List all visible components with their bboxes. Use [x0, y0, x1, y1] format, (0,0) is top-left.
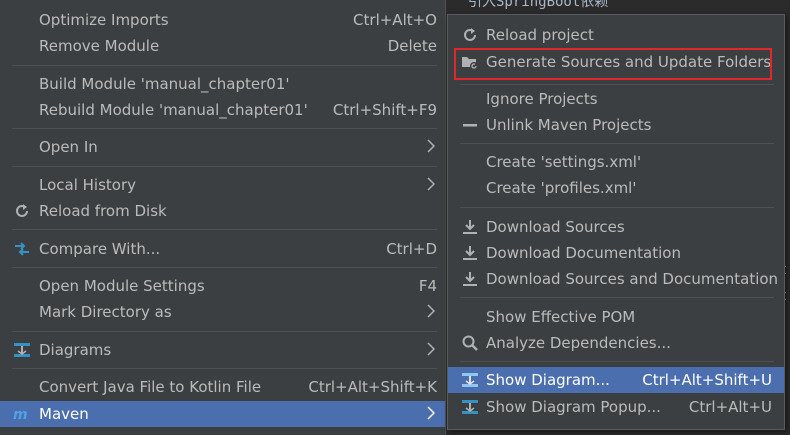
menu-item-label: Rebuild Module 'manual_chapter01'	[39, 101, 308, 119]
minus-icon	[461, 116, 479, 134]
submenu-item-analyze-dependencies[interactable]: Analyze Dependencies...	[448, 330, 784, 356]
menu-item-shortcut: Ctrl+Alt+Shift+U	[642, 371, 772, 389]
menu-item-shortcut: Ctrl+Alt+U	[688, 398, 772, 416]
menu-item-label: Diagrams	[39, 341, 112, 359]
menu-separator	[12, 368, 437, 369]
menu-item-label: Maven	[39, 405, 89, 423]
submenu-item-show-diagram[interactable]: Show Diagram... Ctrl+Alt+Shift+U	[448, 367, 784, 393]
menu-item-label: Open In	[39, 138, 98, 156]
annotation-highlight-box	[454, 48, 772, 80]
download-icon	[461, 218, 479, 236]
reload-icon	[461, 26, 479, 44]
chevron-right-icon	[427, 177, 435, 191]
menu-item-label: Unlink Maven Projects	[486, 116, 652, 134]
chevron-right-icon	[427, 139, 435, 153]
chevron-right-icon	[427, 304, 435, 318]
menu-item-shortcut: Ctrl+Alt+O	[353, 11, 437, 29]
diagram-icon	[461, 371, 479, 389]
menu-item-build-module[interactable]: Build Module 'manual_chapter01'	[0, 71, 445, 97]
menu-item-label: Show Diagram...	[486, 371, 610, 389]
menu-item-label: Show Effective POM	[486, 308, 636, 326]
menu-item-label: Open Module Settings	[39, 277, 205, 295]
menu-item-mark-directory-as[interactable]: Mark Directory as	[0, 299, 445, 325]
menu-item-reload-from-disk[interactable]: Reload from Disk	[0, 198, 445, 224]
menu-item-label: Reload from Disk	[39, 202, 167, 220]
menu-separator	[460, 297, 774, 298]
menu-item-label: Build Module 'manual_chapter01'	[39, 75, 290, 93]
menu-item-local-history[interactable]: Local History	[0, 172, 445, 198]
submenu-item-reload-project[interactable]: Reload project	[448, 22, 784, 48]
menu-separator	[460, 143, 774, 144]
menu-item-label: Download Documentation	[486, 244, 681, 262]
menu-item-label: Reload project	[486, 26, 594, 44]
menu-item-optimize-imports[interactable]: Optimize Imports Ctrl+Alt+O	[0, 7, 445, 33]
submenu-item-download-sources[interactable]: Download Sources	[448, 214, 784, 240]
menu-item-label: Create 'settings.xml'	[486, 153, 642, 171]
menu-item-label: Mark Directory as	[39, 303, 172, 321]
submenu-item-unlink-maven-projects[interactable]: Unlink Maven Projects	[448, 112, 784, 138]
diagram-icon	[461, 398, 479, 416]
menu-separator	[12, 65, 437, 66]
menu-item-label: Optimize Imports	[39, 11, 169, 29]
menu-item-shortcut: Delete	[387, 37, 437, 55]
menu-item-diagrams[interactable]: Diagrams	[0, 337, 445, 363]
menu-separator	[460, 361, 774, 362]
download-icon	[461, 244, 479, 262]
menu-item-convert-java-to-kotlin[interactable]: Convert Java File to Kotlin File Ctrl+Al…	[0, 374, 445, 400]
menu-item-remove-module[interactable]: Remove Module Delete	[0, 33, 445, 59]
menu-item-shortcut: Ctrl+Shift+F9	[332, 101, 437, 119]
menu-separator	[460, 207, 774, 208]
menu-item-label: Convert Java File to Kotlin File	[39, 378, 262, 396]
submenu-item-show-effective-pom[interactable]: Show Effective POM	[448, 304, 784, 330]
submenu-item-download-documentation[interactable]: Download Documentation	[448, 240, 784, 266]
menu-separator	[12, 267, 437, 268]
menu-item-label: Remove Module	[39, 37, 160, 55]
menu-item-label: Analyze Dependencies...	[486, 334, 671, 352]
submenu-item-download-sources-and-documentation[interactable]: Download Sources and Documentation	[448, 266, 784, 292]
menu-item-open-in[interactable]: Open In	[0, 134, 445, 160]
submenu-item-show-diagram-popup[interactable]: Show Diagram Popup... Ctrl+Alt+U	[448, 394, 784, 420]
menu-item-label: Compare With...	[39, 240, 161, 258]
download-icon	[461, 270, 479, 288]
menu-item-rebuild-module[interactable]: Rebuild Module 'manual_chapter01' Ctrl+S…	[0, 97, 445, 123]
menu-item-compare-with[interactable]: Compare With... Ctrl+D	[0, 236, 445, 262]
submenu-item-ignore-projects[interactable]: Ignore Projects	[448, 86, 784, 112]
menu-separator	[12, 331, 437, 332]
svg-text:m: m	[13, 407, 28, 421]
menu-item-shortcut: Ctrl+Alt+Shift+K	[308, 378, 437, 396]
menu-separator	[12, 229, 437, 230]
menu-item-label: Download Sources	[486, 218, 625, 236]
menu-separator	[12, 166, 437, 167]
menu-item-label: Show Diagram Popup...	[486, 398, 661, 416]
menu-separator	[460, 84, 774, 85]
menu-item-label: Create 'profiles.xml'	[486, 179, 637, 197]
compare-arrows-icon	[13, 240, 31, 258]
menu-item-shortcut: F4	[418, 277, 437, 295]
submenu-item-create-profiles-xml[interactable]: Create 'profiles.xml'	[448, 175, 784, 201]
maven-icon: m	[13, 405, 31, 423]
chevron-right-icon	[427, 406, 435, 420]
menu-item-open-module-settings[interactable]: Open Module Settings F4	[0, 273, 445, 299]
menu-item-label: Local History	[39, 176, 137, 194]
reload-icon	[13, 202, 31, 220]
menu-item-label: Ignore Projects	[486, 90, 598, 108]
editor-top-code-line: 引入SpringBoot依赖	[468, 0, 609, 10]
submenu-item-create-settings-xml[interactable]: Create 'settings.xml'	[448, 149, 784, 175]
chevron-right-icon	[427, 342, 435, 356]
menu-item-shortcut: Ctrl+D	[386, 240, 437, 258]
menu-separator	[12, 128, 437, 129]
search-icon	[461, 334, 479, 352]
screen: 引入SpringBoot依赖 t t Optimize Imports Ctrl…	[0, 0, 790, 435]
menu-item-label: Download Sources and Documentation	[486, 270, 779, 288]
project-context-menu: Optimize Imports Ctrl+Alt+O Remove Modul…	[0, 0, 446, 435]
diagram-icon	[13, 341, 31, 359]
menu-item-maven[interactable]: m Maven	[0, 401, 445, 427]
